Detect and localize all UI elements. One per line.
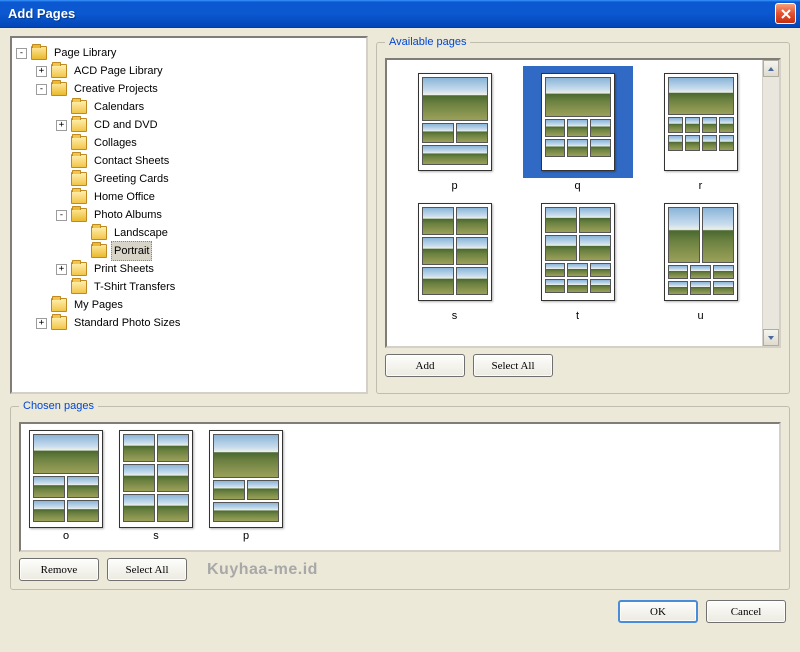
folder-icon bbox=[51, 64, 67, 78]
expand-icon[interactable]: + bbox=[56, 120, 67, 131]
tree-node-portrait[interactable]: Portrait bbox=[16, 242, 362, 260]
scrollbar-track[interactable] bbox=[763, 77, 779, 329]
tree-label: Creative Projects bbox=[71, 79, 161, 99]
available-thumbs: p q bbox=[385, 58, 781, 348]
ok-button[interactable]: OK bbox=[618, 600, 698, 623]
scrollbar[interactable] bbox=[762, 60, 779, 346]
collapse-icon[interactable]: - bbox=[16, 48, 27, 59]
collapse-icon[interactable]: - bbox=[56, 210, 67, 221]
close-button[interactable] bbox=[775, 3, 796, 24]
close-icon bbox=[781, 9, 791, 19]
tree-node-greeting[interactable]: Greeting Cards bbox=[16, 170, 362, 188]
thumb-label: o bbox=[63, 530, 69, 542]
tree-node-home[interactable]: Home Office bbox=[16, 188, 362, 206]
watermark: Kuyhaa-me.id bbox=[207, 561, 318, 579]
thumb-label: q bbox=[574, 180, 580, 192]
tree-label: Calendars bbox=[91, 97, 147, 117]
select-all-available-button[interactable]: Select All bbox=[473, 354, 553, 377]
tree-label: Collages bbox=[91, 133, 140, 153]
template-u[interactable] bbox=[646, 196, 756, 308]
scroll-up-button[interactable] bbox=[763, 60, 779, 77]
tree-label: Page Library bbox=[51, 43, 119, 63]
tree-label: Home Office bbox=[91, 187, 158, 207]
folder-open-icon bbox=[51, 82, 67, 96]
folder-icon bbox=[71, 100, 87, 114]
folder-open-icon bbox=[71, 208, 87, 222]
folder-icon bbox=[71, 262, 87, 276]
tree-node-standard[interactable]: + Standard Photo Sizes bbox=[16, 314, 362, 332]
template-q[interactable] bbox=[523, 66, 633, 178]
tree-label: ACD Page Library bbox=[71, 61, 166, 81]
tree-node-acd[interactable]: + ACD Page Library bbox=[16, 62, 362, 80]
tree-label-selected: Portrait bbox=[111, 241, 152, 261]
tree-label: Print Sheets bbox=[91, 259, 157, 279]
tree-node-tshirt[interactable]: T-Shirt Transfers bbox=[16, 278, 362, 296]
tree-label: My Pages bbox=[71, 295, 126, 315]
add-button[interactable]: Add bbox=[385, 354, 465, 377]
tree-node-calendars[interactable]: Calendars bbox=[16, 98, 362, 116]
template-s[interactable] bbox=[400, 196, 510, 308]
expand-icon[interactable]: + bbox=[36, 66, 47, 77]
thumb-label: p bbox=[451, 180, 457, 192]
tree-label: Contact Sheets bbox=[91, 151, 172, 171]
thumb-label: t bbox=[576, 310, 579, 322]
thumb-label: s bbox=[452, 310, 458, 322]
template-t[interactable] bbox=[523, 196, 633, 308]
folder-icon bbox=[71, 280, 87, 294]
template-p[interactable] bbox=[400, 66, 510, 178]
folder-icon bbox=[51, 298, 67, 312]
template-r[interactable] bbox=[646, 66, 756, 178]
chevron-up-icon bbox=[767, 65, 775, 73]
chevron-down-icon bbox=[767, 334, 775, 342]
folder-icon bbox=[51, 316, 67, 330]
tree-label: Standard Photo Sizes bbox=[71, 313, 183, 333]
thumb-label: s bbox=[153, 530, 159, 542]
expand-icon[interactable]: + bbox=[36, 318, 47, 329]
chosen-thumbs: o s p bbox=[19, 422, 781, 552]
expand-icon[interactable]: + bbox=[56, 264, 67, 275]
titlebar: Add Pages bbox=[0, 0, 800, 28]
remove-button[interactable]: Remove bbox=[19, 558, 99, 581]
folder-icon bbox=[71, 136, 87, 150]
thumb-label: p bbox=[243, 530, 249, 542]
tree-node-creative[interactable]: - Creative Projects bbox=[16, 80, 362, 98]
chosen-template-o[interactable] bbox=[29, 430, 103, 528]
tree-panel[interactable]: - Page Library + ACD Page Library bbox=[10, 36, 368, 394]
tree-node-page-library[interactable]: - Page Library bbox=[16, 44, 362, 62]
folder-open-icon bbox=[31, 46, 47, 60]
tree-node-cddvd[interactable]: + CD and DVD bbox=[16, 116, 362, 134]
tree-label: Greeting Cards bbox=[91, 169, 172, 189]
folder-icon bbox=[71, 154, 87, 168]
folder-icon bbox=[71, 190, 87, 204]
thumb-label: r bbox=[699, 180, 703, 192]
tree-node-contact[interactable]: Contact Sheets bbox=[16, 152, 362, 170]
folder-icon bbox=[91, 226, 107, 240]
available-pages-legend: Available pages bbox=[385, 36, 470, 48]
tree-label: Landscape bbox=[111, 223, 171, 243]
collapse-icon[interactable]: - bbox=[36, 84, 47, 95]
folder-open-icon bbox=[91, 244, 107, 258]
scroll-down-button[interactable] bbox=[763, 329, 779, 346]
select-all-chosen-button[interactable]: Select All bbox=[107, 558, 187, 581]
chosen-template-p[interactable] bbox=[209, 430, 283, 528]
thumb-label: u bbox=[697, 310, 703, 322]
tree-label: T-Shirt Transfers bbox=[91, 277, 178, 297]
tree-node-landscape[interactable]: Landscape bbox=[16, 224, 362, 242]
folder-icon bbox=[71, 172, 87, 186]
tree-node-print[interactable]: + Print Sheets bbox=[16, 260, 362, 278]
tree-node-mypages[interactable]: My Pages bbox=[16, 296, 362, 314]
chosen-template-s[interactable] bbox=[119, 430, 193, 528]
chosen-pages-group: Chosen pages o s bbox=[10, 400, 790, 590]
chosen-pages-legend: Chosen pages bbox=[19, 400, 98, 412]
tree-label: CD and DVD bbox=[91, 115, 161, 135]
tree-label: Photo Albums bbox=[91, 205, 165, 225]
available-pages-group: Available pages bbox=[376, 36, 790, 394]
tree-node-collages[interactable]: Collages bbox=[16, 134, 362, 152]
tree-node-albums[interactable]: - Photo Albums bbox=[16, 206, 362, 224]
cancel-button[interactable]: Cancel bbox=[706, 600, 786, 623]
window-title: Add Pages bbox=[8, 6, 775, 21]
folder-icon bbox=[71, 118, 87, 132]
